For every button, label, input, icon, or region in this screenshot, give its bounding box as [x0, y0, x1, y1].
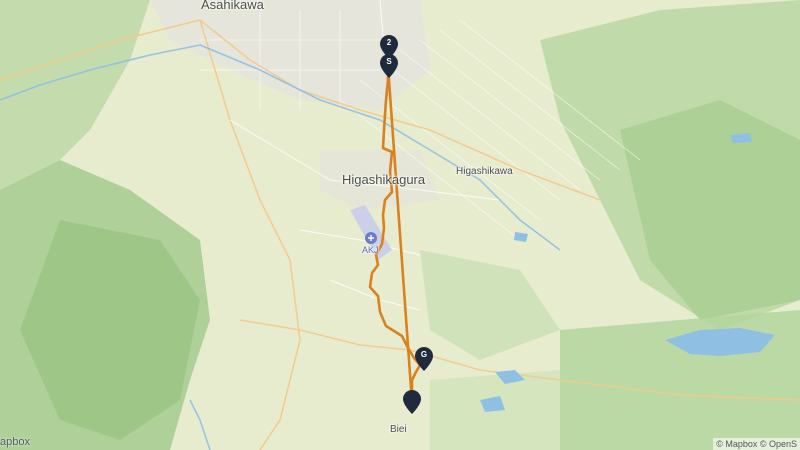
basemap — [0, 0, 800, 450]
map-attribution[interactable]: © Mapbox © OpenS — [713, 438, 800, 450]
map-marker-end[interactable] — [403, 390, 421, 414]
mapbox-logo[interactable]: apbox — [0, 436, 30, 448]
map-pin-icon — [403, 390, 421, 414]
marker-label: S — [386, 57, 392, 66]
map-canvas[interactable]: Asahikawa Higashikagura Higashikawa AKJ … — [0, 0, 800, 450]
place-label-biei: Biei — [390, 424, 407, 435]
place-label-higashikagura: Higashikagura — [342, 172, 426, 187]
place-label-higashikawa: Higashikawa — [456, 166, 513, 177]
place-label-asahikawa: Asahikawa — [201, 0, 264, 12]
place-label-airport: AKJ — [362, 245, 379, 255]
map-marker-start[interactable]: S — [380, 54, 398, 78]
marker-label: G — [420, 350, 428, 359]
marker-label: 2 — [386, 38, 392, 47]
map-marker-goal[interactable]: G — [415, 347, 433, 371]
